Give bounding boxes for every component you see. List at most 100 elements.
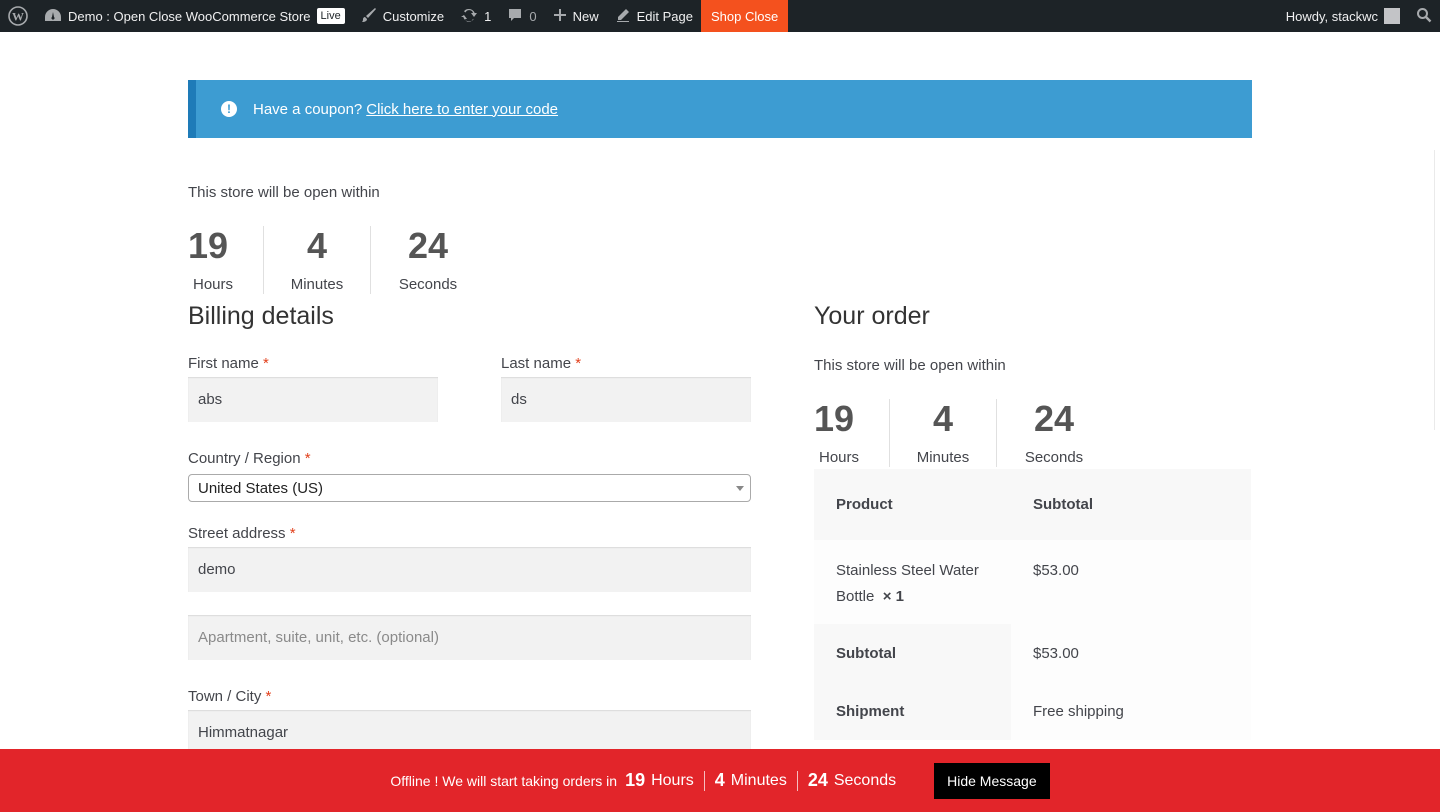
brush-icon (361, 7, 377, 26)
countdown-seconds: 24 Seconds (996, 399, 1111, 467)
last-name-input[interactable] (501, 377, 751, 422)
search-icon (1416, 7, 1432, 26)
seconds-value: 24 (407, 225, 449, 266)
bar-minutes-label: Minutes (730, 771, 787, 789)
dashboard-icon (44, 7, 62, 26)
first-name-label-text: First name (188, 355, 259, 372)
billing-details-title: Billing details (188, 302, 334, 330)
shop-close-button[interactable]: Shop Close (701, 0, 789, 32)
product-name-cell: Stainless Steel Water Bottle × 1 (814, 558, 1011, 624)
subtotal-value: $53.00 (1011, 624, 1251, 682)
shipment-value: Free shipping (1011, 682, 1251, 740)
wordpress-logo-icon[interactable]: W (0, 0, 36, 32)
countdown-hours: 19 Hours (188, 226, 263, 294)
subtotal-row: Subtotal $53.00 (814, 624, 1251, 682)
country-label-text: Country / Region (188, 450, 301, 467)
pencil-icon (615, 7, 631, 26)
required-mark: * (304, 450, 311, 467)
seconds-value: 24 (1033, 398, 1075, 439)
customize-link[interactable]: Customize (353, 0, 452, 32)
hours-label: Hours (819, 449, 860, 466)
coupon-notice: ! Have a coupon? Click here to enter you… (188, 80, 1252, 138)
bar-seconds-label: Seconds (833, 771, 897, 789)
bar-hours-value: 19 (625, 770, 646, 790)
city-label-text: Town / City (188, 688, 262, 705)
last-name-label: Last name * (501, 355, 581, 372)
bar-seconds-value: 24 (807, 770, 828, 790)
updates-icon (460, 7, 478, 26)
your-order-title: Your order (814, 302, 930, 330)
order-store-open-notice: This store will be open within (814, 357, 1006, 374)
offline-message: Offline ! We will start taking orders in (390, 772, 618, 789)
table-header-row: Product Subtotal (814, 469, 1251, 540)
country-label: Country / Region * (188, 450, 311, 467)
avatar (1384, 8, 1400, 24)
order-review-table: Product Subtotal Stainless Steel Water B… (814, 469, 1251, 740)
street-address-input[interactable] (188, 547, 751, 592)
first-name-input[interactable] (188, 377, 438, 422)
seconds-label: Seconds (398, 276, 458, 293)
updates-count: 1 (484, 8, 492, 24)
street-address-label: Street address * (188, 525, 296, 542)
new-content-menu[interactable]: New (545, 0, 607, 32)
site-name-menu[interactable]: Demo : Open Close WooCommerce Store Live (36, 0, 353, 32)
shipment-label: Shipment (814, 682, 1011, 740)
product-price: $53.00 (1033, 562, 1079, 579)
product-quantity: × 1 (882, 588, 904, 605)
required-mark: * (575, 355, 582, 372)
hours-label: Hours (193, 276, 234, 293)
city-label: Town / City * (188, 688, 271, 705)
minutes-value: 4 (932, 398, 954, 439)
store-open-notice: This store will be open within (188, 184, 380, 201)
admin-search-button[interactable] (1408, 0, 1440, 32)
comments-link[interactable]: 0 (499, 0, 544, 32)
updates-link[interactable]: 1 (452, 0, 499, 32)
bar-hours-label: Hours (651, 771, 694, 789)
country-selected-value: United States (US) (198, 479, 324, 497)
live-badge: Live (316, 8, 345, 24)
divider (703, 770, 705, 791)
bar-minutes-value: 4 (714, 770, 725, 790)
order-countdown: 19 Hours 4 Minutes 24 Seconds (814, 399, 1111, 467)
minutes-label: Minutes (916, 449, 970, 466)
edit-page-link[interactable]: Edit Page (607, 0, 701, 32)
minutes-label: Minutes (290, 276, 344, 293)
apartment-input[interactable] (188, 615, 751, 660)
subtotal-label: Subtotal (814, 624, 1011, 682)
countdown-minutes: 4 Minutes (263, 226, 370, 294)
page-scrollbar[interactable] (1434, 150, 1440, 430)
street-label-text: Street address (188, 525, 286, 542)
site-name: Demo : Open Close WooCommerce Store (68, 8, 311, 24)
countdown-hours: 19 Hours (814, 399, 889, 467)
country-select[interactable]: United States (US) (188, 474, 751, 502)
edit-page-label: Edit Page (636, 8, 693, 24)
last-name-label-text: Last name (501, 355, 572, 372)
first-name-label: First name * (188, 355, 269, 372)
customize-label: Customize (382, 8, 445, 24)
admin-bar: W Demo : Open Close WooCommerce Store Li… (0, 0, 1440, 32)
table-row: Stainless Steel Water Bottle × 1 $53.00 (814, 540, 1251, 624)
store-countdown: 19 Hours 4 Minutes 24 Seconds (188, 226, 485, 294)
svg-text:W: W (12, 10, 24, 24)
minutes-value: 4 (306, 225, 328, 266)
enter-coupon-link[interactable]: Click here to enter your code (366, 101, 558, 118)
hide-message-button[interactable]: Hide Message (934, 762, 1050, 799)
dropdown-arrow-icon (736, 486, 744, 491)
offline-message-bar: Offline ! We will start taking orders in… (0, 749, 1440, 812)
hours-value: 19 (814, 398, 855, 439)
divider (796, 770, 798, 791)
comments-count: 0 (529, 8, 537, 24)
seconds-label: Seconds (1024, 449, 1084, 466)
subtotal-column-header: Subtotal (1033, 496, 1093, 513)
howdy-label: Howdy, stackwc (1285, 8, 1378, 24)
info-icon: ! (221, 101, 237, 117)
account-menu[interactable]: Howdy, stackwc (1278, 0, 1408, 32)
hours-value: 19 (188, 225, 229, 266)
coupon-prompt: Have a coupon? (253, 100, 363, 118)
countdown-seconds: 24 Seconds (370, 226, 485, 294)
shipment-row: Shipment Free shipping (814, 682, 1251, 740)
required-mark: * (263, 355, 269, 372)
countdown-minutes: 4 Minutes (889, 399, 996, 467)
plus-icon (553, 8, 567, 25)
product-name: Stainless Steel Water Bottle (836, 562, 979, 605)
